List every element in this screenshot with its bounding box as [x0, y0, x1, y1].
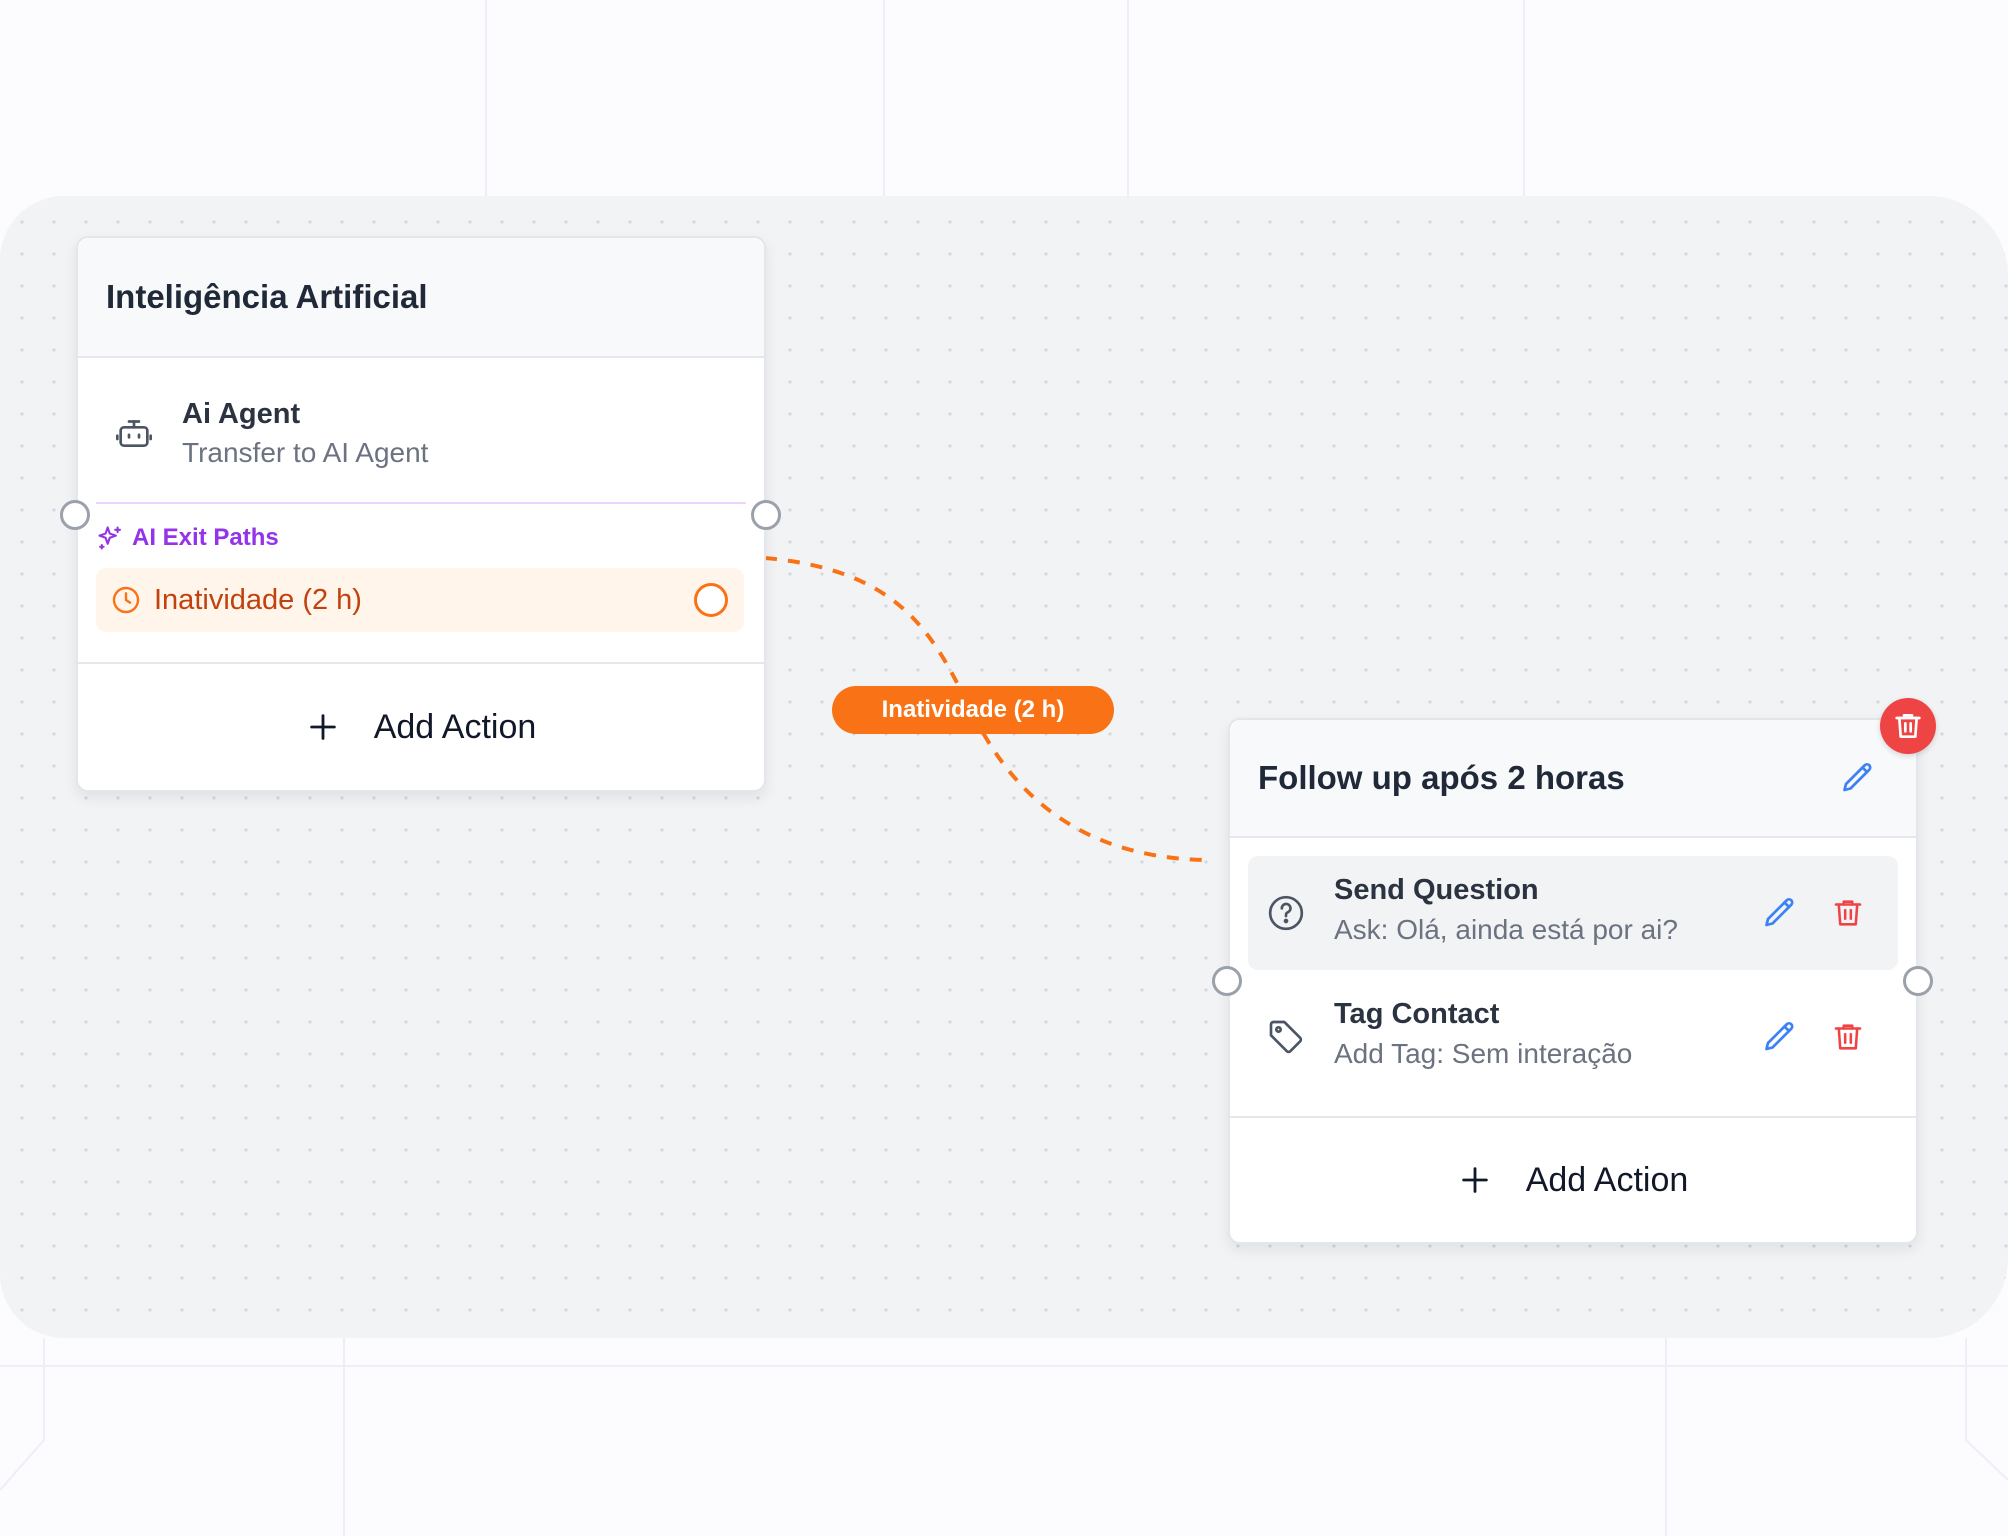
exit-path-inatividade[interactable]: Inatividade (2 h) — [96, 568, 744, 632]
ai-exit-paths-label: AI Exit Paths — [96, 524, 279, 552]
edge-label[interactable]: Inatividade (2 h) — [832, 686, 1114, 734]
followup-node-output-handle[interactable] — [1903, 966, 1933, 996]
delete-node-button[interactable] — [1880, 698, 1936, 754]
delete-send-question-button[interactable] — [1826, 891, 1870, 935]
followup-node[interactable]: Follow up após 2 horas Send Question Ask… — [1228, 718, 1918, 1244]
tag-contact-subtitle: Add Tag: Sem interação — [1334, 1038, 1633, 1069]
add-action-button[interactable]: Add Action — [78, 662, 764, 790]
send-question-title: Send Question — [1334, 874, 1539, 906]
exit-paths-divider — [96, 502, 746, 504]
trash-icon — [1834, 900, 1862, 926]
followup-node-title: Follow up após 2 horas — [1258, 759, 1625, 796]
tag-icon — [1266, 1017, 1306, 1057]
add-action-label: Add Action — [373, 707, 537, 746]
bot-icon — [114, 414, 154, 454]
ai-agent-title: Ai Agent — [182, 398, 301, 430]
plus-icon — [309, 714, 336, 740]
plus-icon — [1461, 1167, 1488, 1193]
pencil-icon — [1765, 1021, 1794, 1051]
clock-icon — [110, 584, 142, 616]
trash-icon — [1895, 714, 1921, 738]
tag-contact-action[interactable]: Tag Contact Add Tag: Sem interação — [1248, 980, 1898, 1094]
sparkles-icon — [98, 526, 121, 550]
edge-label-text: Inatividade (2 h) — [881, 696, 1065, 723]
add-action-button[interactable]: Add Action — [1230, 1116, 1916, 1242]
send-question-subtitle: Ask: Olá, ainda está por ai? — [1334, 914, 1678, 945]
question-circle-icon — [1266, 893, 1306, 933]
edit-tag-contact-button[interactable] — [1758, 1015, 1802, 1059]
followup-node-input-handle[interactable] — [1212, 966, 1242, 996]
edit-send-question-button[interactable] — [1758, 891, 1802, 935]
exit-path-label: Inatividade (2 h) — [154, 583, 362, 616]
ai-agent-subtitle: Transfer to AI Agent — [182, 437, 429, 468]
ai-agent-action[interactable]: Ai Agent Transfer to AI Agent — [96, 382, 746, 486]
delete-tag-contact-button[interactable] — [1826, 1015, 1870, 1059]
followup-node-header[interactable]: Follow up após 2 horas — [1230, 720, 1916, 838]
ai-node-title: Inteligência Artificial — [106, 278, 428, 315]
ai-node-input-handle[interactable] — [60, 500, 90, 530]
pencil-icon — [1765, 897, 1794, 927]
pencil-icon — [1843, 762, 1872, 792]
tag-contact-title: Tag Contact — [1334, 998, 1500, 1030]
ai-node-output-handle[interactable] — [751, 500, 781, 530]
ai-node[interactable]: Inteligência Artificial Ai Agent Transfe… — [76, 236, 766, 792]
ai-node-header[interactable]: Inteligência Artificial — [78, 238, 764, 358]
trash-icon — [1834, 1024, 1862, 1050]
send-question-action[interactable]: Send Question Ask: Olá, ainda está por a… — [1248, 856, 1898, 970]
add-action-label: Add Action — [1525, 1160, 1689, 1199]
exit-path-handle[interactable] — [694, 583, 728, 617]
exit-paths-heading: AI Exit Paths — [132, 524, 279, 551]
edit-node-button[interactable] — [1836, 756, 1880, 800]
